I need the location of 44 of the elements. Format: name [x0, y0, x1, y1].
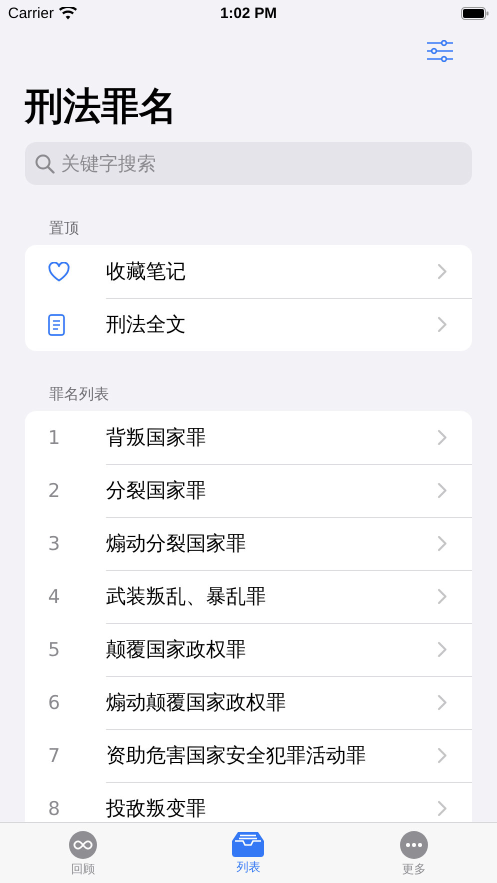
- crime-name[interactable]: 煽动分裂国家罪: [106, 530, 438, 557]
- chevron-icon: [438, 589, 447, 604]
- filter-button[interactable]: [427, 40, 453, 62]
- crime-name[interactable]: 资助危害国家安全犯罪活动罪: [106, 742, 438, 769]
- tab-item[interactable]: 列表: [166, 823, 332, 883]
- crime-name[interactable]: 分裂国家罪: [106, 477, 438, 504]
- carrier-label: Carrier: [8, 4, 54, 22]
- chevron-icon: [438, 748, 447, 763]
- row-number: 6: [48, 692, 60, 714]
- page-title: 刑法罪名: [25, 83, 178, 130]
- row-number: 7: [48, 744, 60, 766]
- crime-name[interactable]: 背叛国家罪: [106, 424, 438, 451]
- search-field[interactable]: 关键字搜索: [25, 142, 472, 185]
- document-icon: [48, 314, 65, 336]
- more-icon: [400, 831, 428, 859]
- status-time: 1:02 PM: [220, 4, 277, 22]
- chevron-icon: [438, 317, 447, 332]
- list-item[interactable]: 刑法全文: [106, 311, 438, 338]
- chevron-icon: [438, 695, 447, 710]
- chevron-icon: [438, 483, 447, 498]
- row-number: 8: [48, 798, 60, 820]
- section-header: 罪名列表: [49, 385, 110, 404]
- chevron-icon: [438, 264, 447, 279]
- chevron-icon: [438, 642, 447, 657]
- crime-name[interactable]: 煽动颠覆国家政权罪: [106, 689, 438, 716]
- infinity-icon: [68, 831, 97, 859]
- tray-icon: [231, 831, 266, 857]
- chevron-icon: [438, 430, 447, 445]
- crime-name[interactable]: 颠覆国家政权罪: [106, 636, 438, 663]
- chevron-icon: [438, 801, 447, 816]
- section-header: 置顶: [49, 219, 80, 238]
- wifi-icon: [58, 6, 77, 20]
- battery-icon: [461, 6, 489, 20]
- crime-name[interactable]: 投敌叛变罪: [106, 795, 438, 822]
- list-item[interactable]: 收藏笔记: [106, 258, 438, 285]
- chevron-icon: [438, 536, 447, 551]
- row-number: 2: [48, 480, 60, 502]
- row-number: 3: [48, 532, 60, 554]
- row-number: 4: [48, 586, 60, 608]
- row-number: 1: [48, 426, 60, 448]
- search-icon: [35, 154, 55, 174]
- heart-icon: [48, 262, 70, 282]
- crime-name[interactable]: 武装叛乱、暴乱罪: [106, 583, 438, 610]
- row-number: 5: [48, 638, 60, 660]
